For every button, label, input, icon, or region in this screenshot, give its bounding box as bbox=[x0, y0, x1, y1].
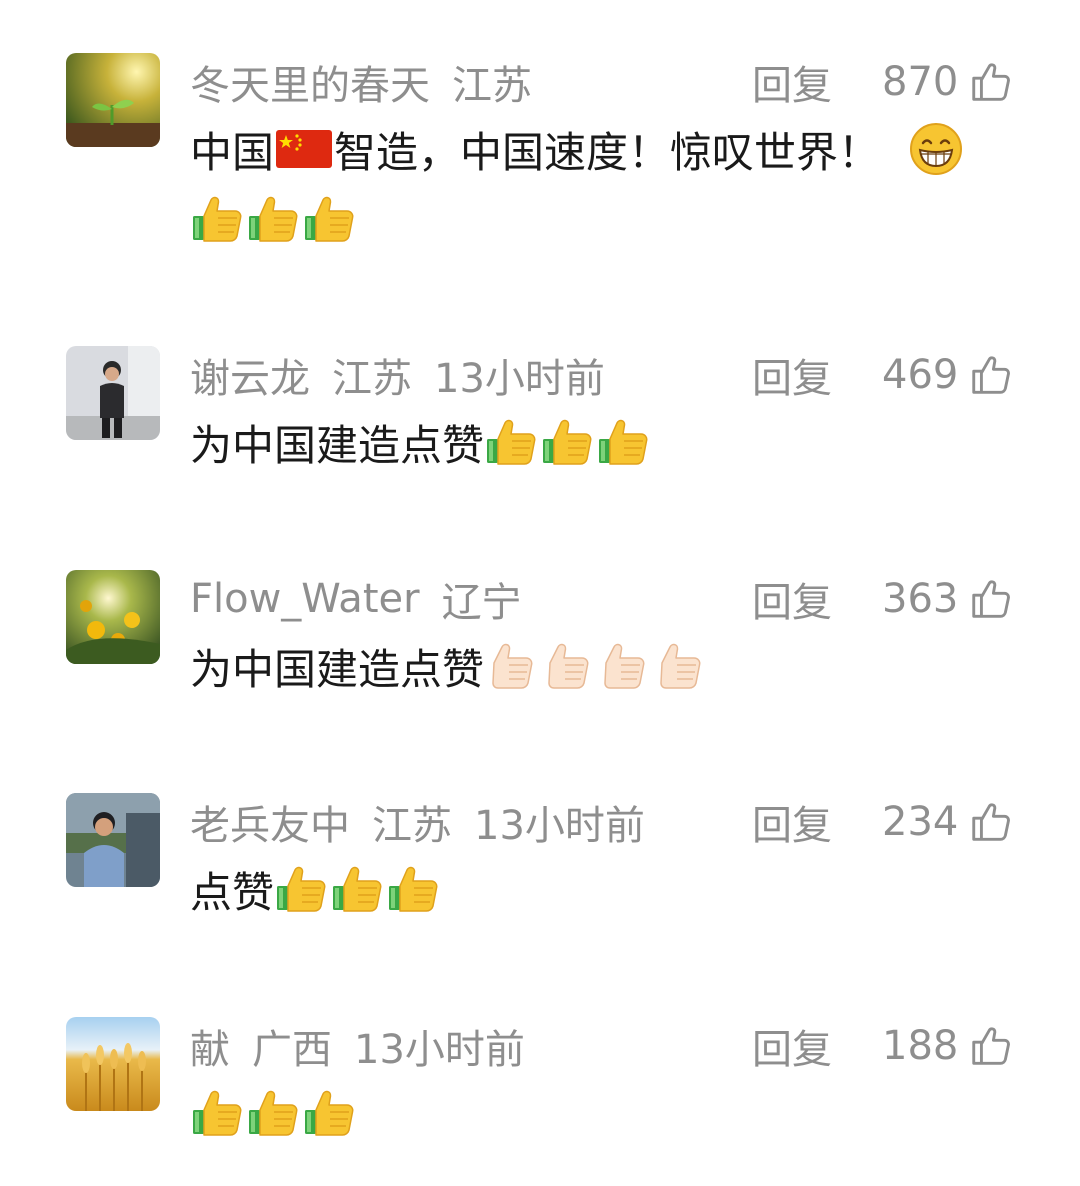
like-button[interactable]: 870 bbox=[882, 53, 1014, 111]
comment-meta: Flow_Water 辽宁 bbox=[190, 570, 544, 628]
thumbs-up-outline-icon[interactable] bbox=[968, 59, 1014, 105]
thumbs-up-emoji bbox=[190, 1086, 246, 1140]
thumbs-up-light-emoji bbox=[652, 639, 708, 693]
comment-text: 为中国建造点赞 bbox=[190, 636, 708, 696]
sprout-photo bbox=[66, 53, 160, 147]
avatar[interactable] bbox=[66, 570, 160, 664]
like-count: 188 bbox=[882, 1023, 959, 1069]
username[interactable]: 老兵友中 bbox=[190, 793, 350, 851]
username[interactable]: Flow_Water bbox=[190, 576, 420, 622]
thumbs-up-emoji bbox=[302, 192, 358, 246]
timestamp: 13小时前 bbox=[354, 1027, 525, 1073]
avatar[interactable] bbox=[66, 793, 160, 887]
comment-meta: 老兵友中 江苏 13小时前 bbox=[190, 793, 667, 851]
username[interactable]: 献 bbox=[190, 1017, 230, 1075]
person-photo bbox=[66, 793, 160, 887]
thumbs-up-outline-icon[interactable] bbox=[968, 576, 1014, 622]
thumbs-up-emoji bbox=[302, 1086, 358, 1140]
comment-emoji-line bbox=[190, 1083, 358, 1143]
username[interactable]: 谢云龙 bbox=[190, 346, 310, 404]
sunflower-photo bbox=[66, 570, 160, 664]
comment-text: 中国 智造，中国速度！惊叹世界！ bbox=[190, 119, 964, 179]
thumbs-up-outline-icon[interactable] bbox=[968, 799, 1014, 845]
comment-text: 为中国建造点赞 bbox=[190, 412, 652, 472]
thumbs-up-emoji bbox=[246, 1086, 302, 1140]
like-button[interactable]: 188 bbox=[882, 1017, 1014, 1075]
thumbs-up-light-emoji bbox=[540, 639, 596, 693]
china-flag-emoji bbox=[274, 130, 334, 168]
reply-button[interactable]: 回复 bbox=[752, 53, 832, 111]
like-button[interactable]: 363 bbox=[882, 570, 1014, 628]
comment-text-part: 为中国建造点赞 bbox=[190, 420, 485, 470]
comment-text-part: 为中国建造点赞 bbox=[190, 644, 485, 694]
location: 江苏 bbox=[332, 356, 412, 402]
grinning-face-emoji bbox=[880, 121, 964, 177]
comment-text-part: 中国 bbox=[190, 127, 275, 177]
thumbs-up-light-emoji bbox=[596, 639, 652, 693]
wheat-photo bbox=[66, 1017, 160, 1111]
comment-meta: 冬天里的春天 江苏 bbox=[190, 53, 554, 111]
thumbs-up-light-emoji bbox=[484, 639, 540, 693]
thumbs-up-emoji bbox=[386, 862, 442, 916]
thumbs-up-emoji bbox=[596, 415, 652, 469]
timestamp: 13小时前 bbox=[434, 356, 605, 402]
thumbs-up-emoji bbox=[246, 192, 302, 246]
reply-button[interactable]: 回复 bbox=[752, 793, 832, 851]
avatar[interactable] bbox=[66, 1017, 160, 1111]
like-button[interactable]: 469 bbox=[882, 346, 1014, 404]
thumbs-up-emoji bbox=[540, 415, 596, 469]
like-count: 469 bbox=[882, 352, 959, 398]
comment-text-part: 点赞 bbox=[190, 867, 275, 917]
reply-button[interactable]: 回复 bbox=[752, 346, 832, 404]
location: 江苏 bbox=[452, 63, 532, 109]
comment-meta: 谢云龙 江苏 13小时前 bbox=[190, 346, 627, 404]
avatar[interactable] bbox=[66, 346, 160, 440]
thumbs-up-emoji bbox=[330, 862, 386, 916]
comment-meta: 献 广西 13小时前 bbox=[190, 1017, 547, 1075]
like-count: 870 bbox=[882, 59, 959, 105]
comment-emoji-line bbox=[190, 189, 358, 249]
like-count: 234 bbox=[882, 799, 959, 845]
comment-text-part: 智造，中国速度！惊叹世界！ bbox=[334, 127, 881, 177]
thumbs-up-outline-icon[interactable] bbox=[968, 1023, 1014, 1069]
username[interactable]: 冬天里的春天 bbox=[190, 53, 430, 111]
reply-button[interactable]: 回复 bbox=[752, 570, 832, 628]
person-photo bbox=[66, 346, 160, 440]
thumbs-up-emoji bbox=[484, 415, 540, 469]
reply-button[interactable]: 回复 bbox=[752, 1017, 832, 1075]
comment-text: 点赞 bbox=[190, 859, 442, 919]
like-count: 363 bbox=[882, 576, 959, 622]
avatar[interactable] bbox=[66, 53, 160, 147]
location: 广西 bbox=[252, 1027, 332, 1073]
location: 辽宁 bbox=[441, 580, 522, 626]
thumbs-up-outline-icon[interactable] bbox=[968, 352, 1014, 398]
thumbs-up-emoji bbox=[190, 192, 246, 246]
thumbs-up-emoji bbox=[274, 862, 330, 916]
timestamp: 13小时前 bbox=[474, 803, 645, 849]
location: 江苏 bbox=[372, 803, 452, 849]
like-button[interactable]: 234 bbox=[882, 793, 1014, 851]
